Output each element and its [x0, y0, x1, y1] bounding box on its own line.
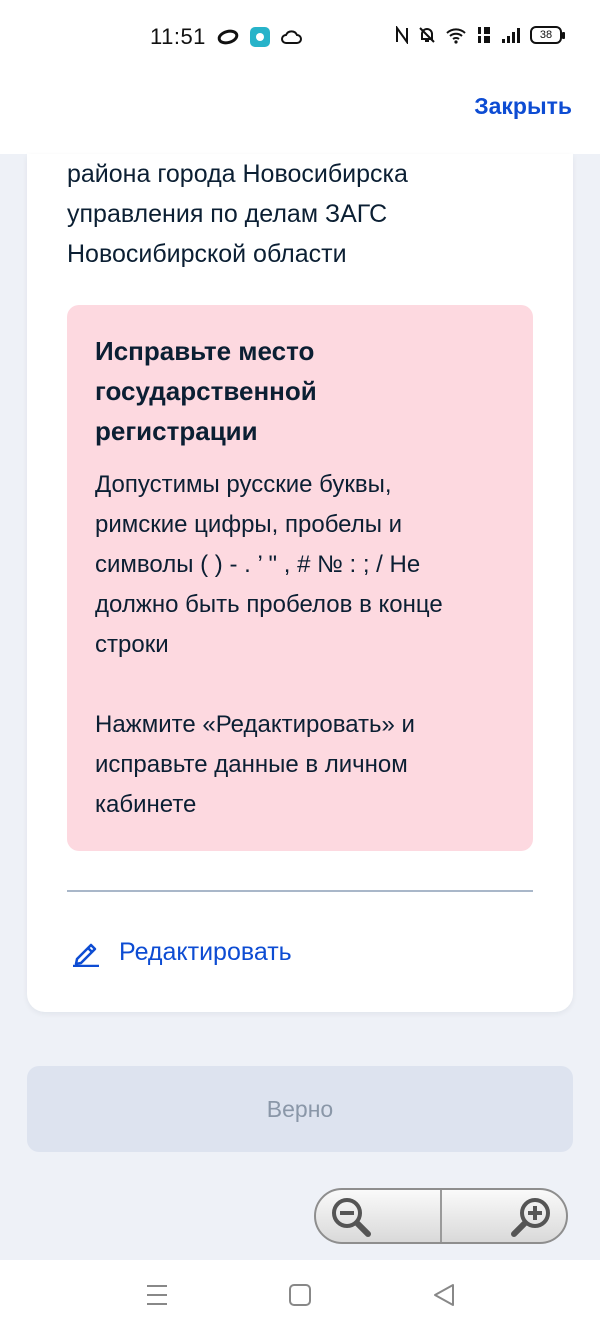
status-left-icons	[216, 27, 302, 47]
edit-button[interactable]: Редактировать	[71, 930, 292, 974]
error-message-box: Исправьте место государственной регистра…	[67, 305, 533, 851]
error-description-line: римские цифры, пробелы и	[95, 511, 403, 538]
status-bar: 11:51 38	[0, 0, 600, 78]
top-bar: Закрыть	[0, 78, 600, 154]
error-hint-line: исправьте данные в личном	[95, 751, 408, 778]
edit-button-label: Редактировать	[119, 937, 292, 966]
error-hint: Нажмите «Редактировать» и исправьте данн…	[95, 705, 505, 825]
registry-office-line: района города Новосибирска	[67, 160, 408, 188]
error-description: Допустимы русские буквы, римские цифры, …	[95, 465, 505, 665]
signal-icon	[502, 28, 520, 43]
volte-icon	[478, 27, 490, 43]
error-hint-line: кабинете	[95, 791, 197, 818]
registry-office-line: Новосибирской области	[67, 240, 347, 268]
zoom-in-button[interactable]	[442, 1190, 566, 1242]
zoom-out-button[interactable]	[316, 1190, 442, 1242]
error-title-line: регистрации	[95, 416, 258, 446]
nfc-icon	[396, 26, 408, 44]
error-description-line: Допустимы русские буквы,	[95, 471, 392, 498]
error-description-line: должно быть пробелов в конце	[95, 591, 443, 618]
error-title: Исправьте место государственной регистра…	[95, 331, 505, 451]
status-right-icons: 38	[395, 26, 565, 44]
registry-office-line: управления по делам ЗАГС	[67, 200, 388, 228]
back-icon[interactable]	[432, 1282, 456, 1308]
form-card: района города Новосибирска управления по…	[27, 154, 573, 1012]
zoom-control	[314, 1188, 568, 1244]
wifi-icon	[446, 28, 466, 44]
error-hint-line: Нажмите «Редактировать» и	[95, 711, 415, 738]
error-description-line: строки	[95, 631, 169, 658]
mute-icon	[419, 27, 435, 43]
home-icon[interactable]	[288, 1282, 312, 1308]
registry-office-name: района города Новосибирска управления по…	[67, 154, 537, 274]
pencil-icon	[73, 943, 99, 967]
close-button[interactable]: Закрыть	[474, 93, 572, 120]
app-badge-icon	[250, 27, 270, 47]
cloud-icon	[281, 30, 302, 44]
divider	[67, 890, 533, 892]
menu-icon[interactable]	[145, 1282, 169, 1308]
infinity-icon	[217, 29, 239, 45]
zoom-out-icon	[332, 1198, 371, 1237]
system-navigation-bar	[0, 1260, 600, 1332]
status-time: 11:51	[150, 24, 206, 49]
screen: 11:51 38 Закрыть района города Новосибир…	[0, 0, 600, 1332]
error-description-line: символы ( ) - . ’ " , # № : ; / Не	[95, 551, 421, 578]
error-title-line: Исправьте место	[95, 336, 315, 366]
zoom-in-icon	[511, 1198, 550, 1237]
battery-icon: 38	[530, 26, 565, 44]
confirm-button[interactable]: Верно	[27, 1066, 573, 1152]
error-title-line: государственной	[95, 376, 317, 406]
